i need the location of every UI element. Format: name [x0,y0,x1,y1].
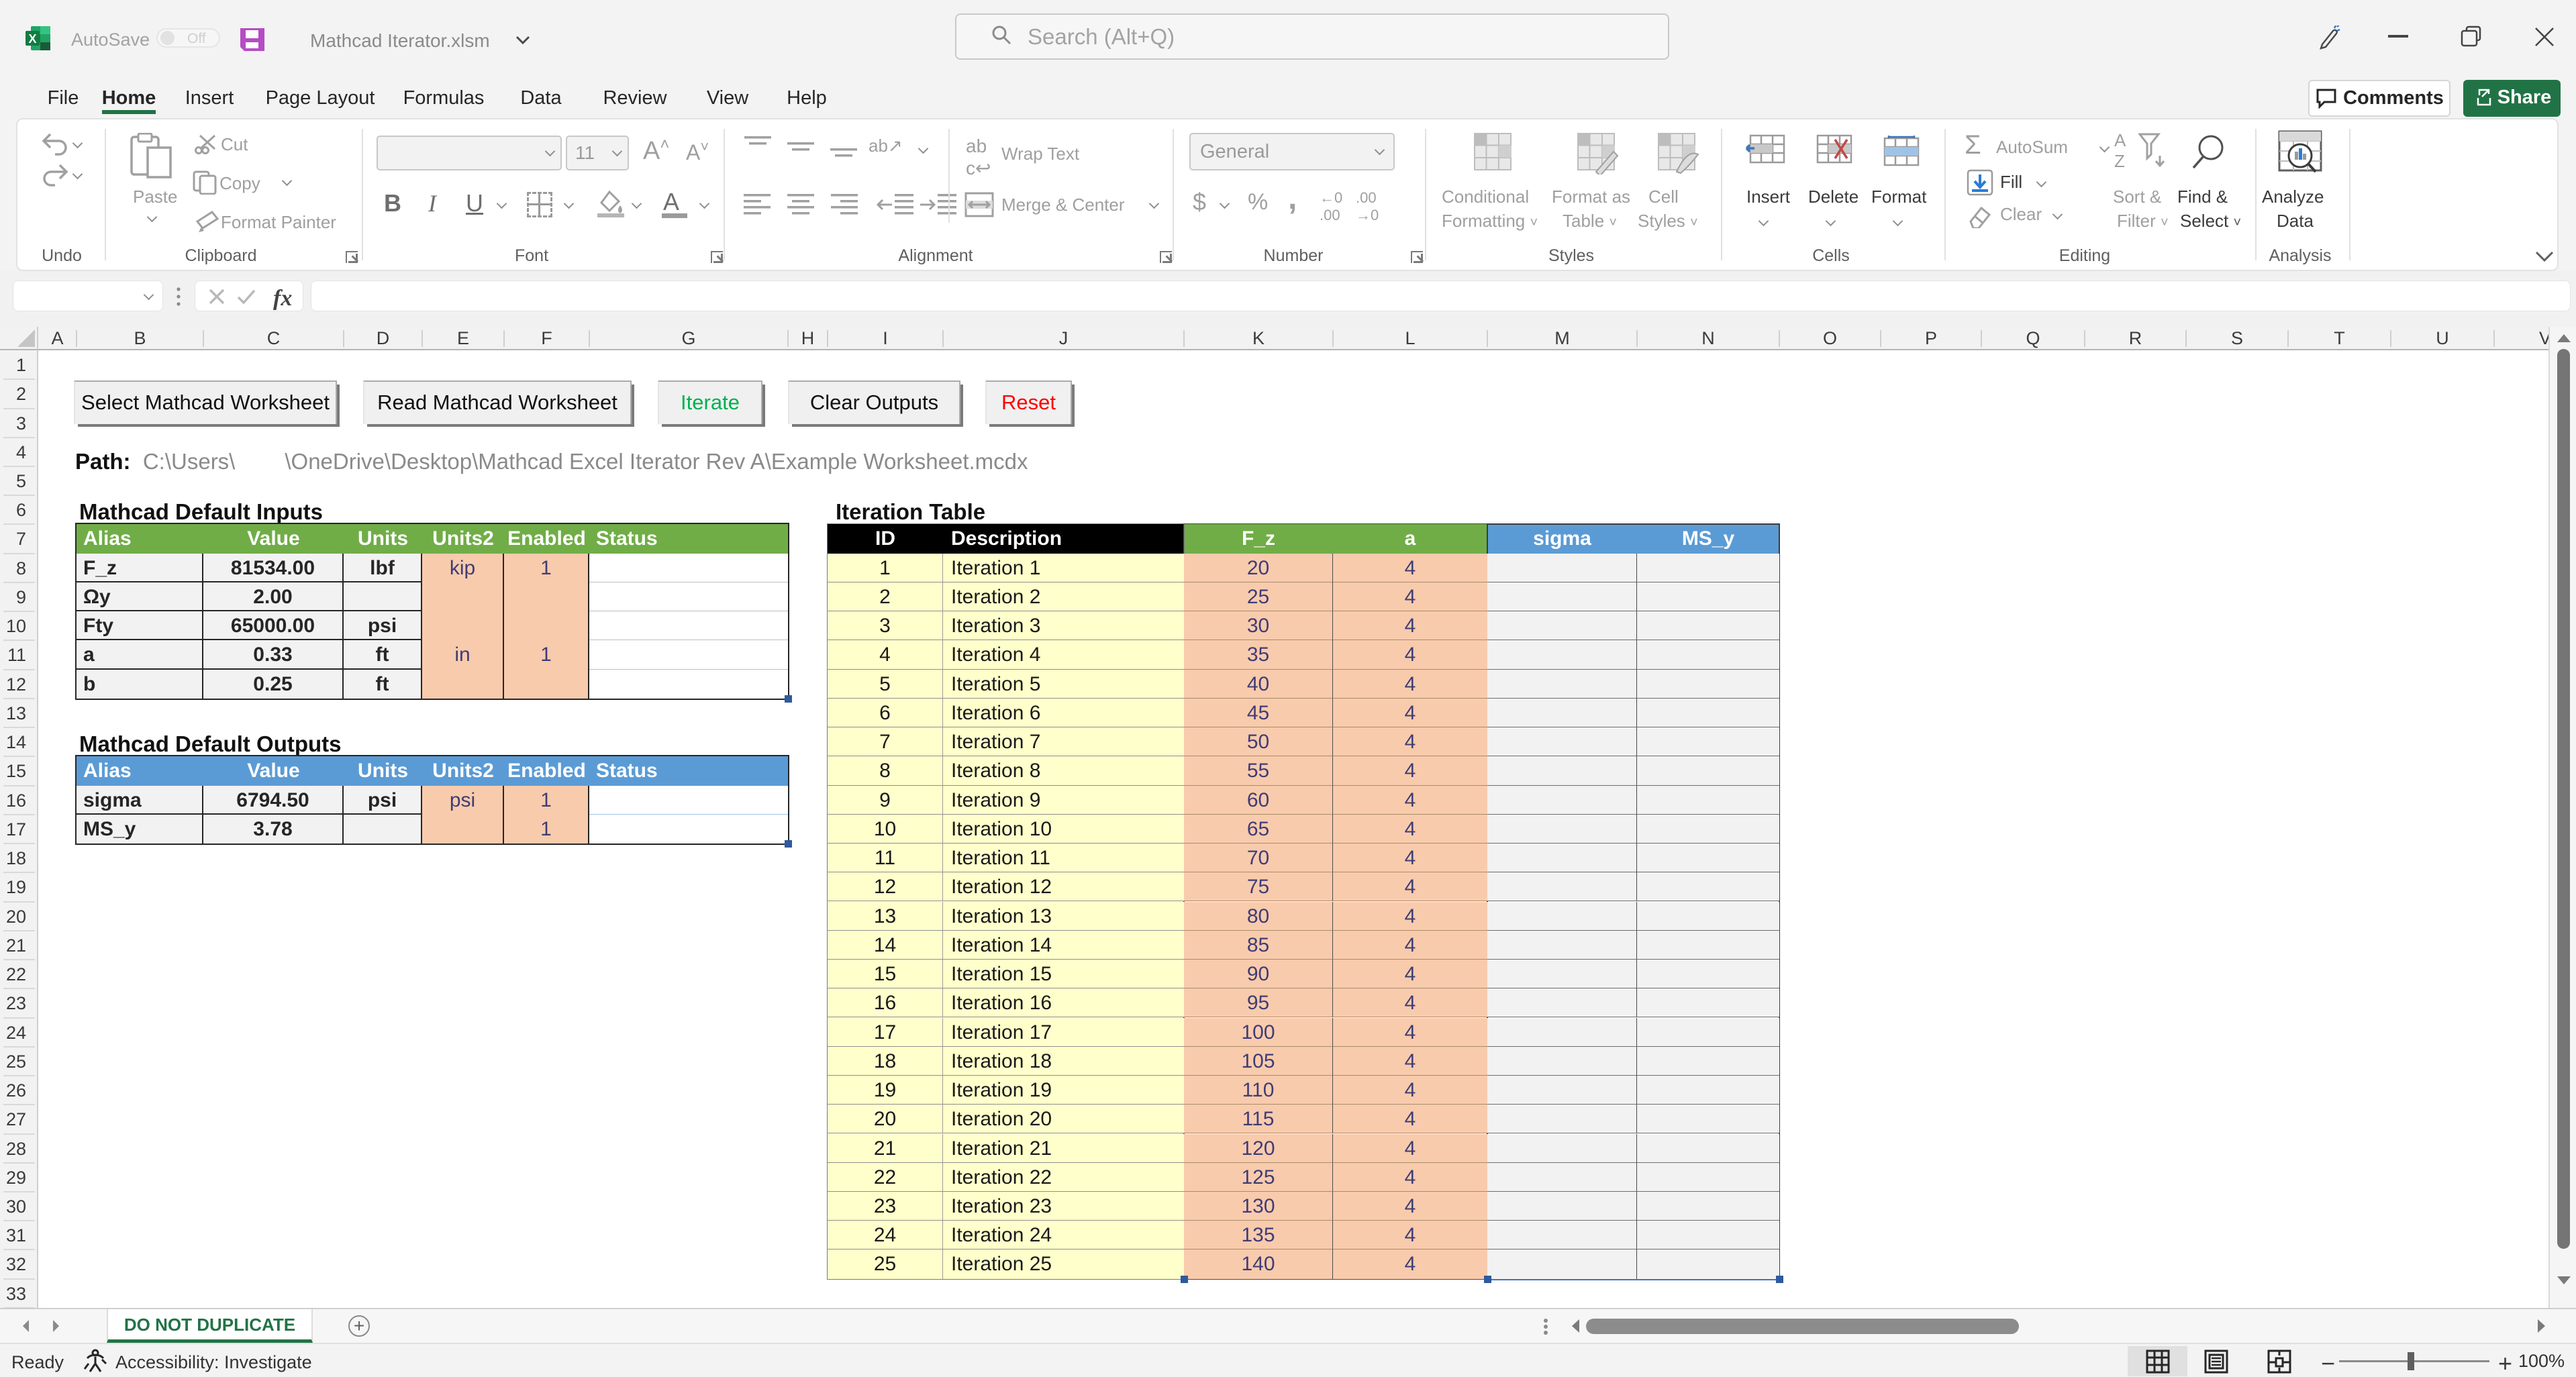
svg-text:fx: fx [273,286,292,311]
svg-text:X: X [28,32,36,46]
